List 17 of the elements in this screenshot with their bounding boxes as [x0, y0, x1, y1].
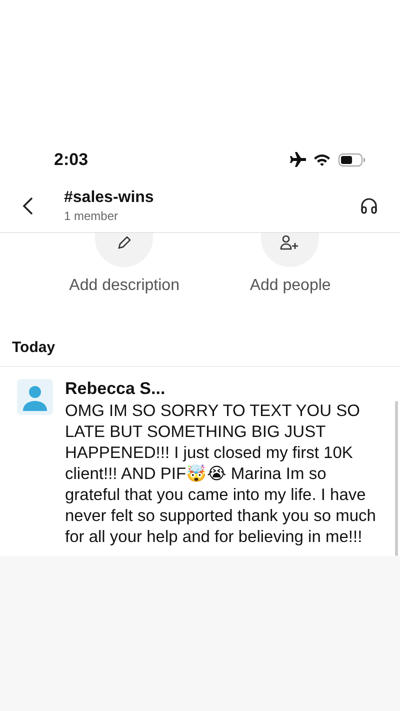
- add-person-icon: [280, 235, 300, 251]
- airplane-icon: [288, 152, 306, 168]
- message-text: OMG IM SO SORRY TO TEXT YOU SO LATE BUT SOMETHING BIG JUST HAPPENED!!! I just closed my first 10K client!!! AND PIF🤯😭 Marina Im so grateful that you came into my life. I have never felt so supported thank you so much for all your help and for believing in me!!!: [65, 401, 377, 548]
- message-author: Rebecca S...: [65, 379, 166, 399]
- section-heading: Today: [0, 317, 400, 367]
- member-count[interactable]: 1 member: [64, 209, 360, 223]
- headphones-icon[interactable]: [360, 197, 378, 215]
- action-label: Add people: [250, 277, 331, 295]
- channel-title: #sales-wins: [64, 189, 155, 207]
- add-people-button[interactable]: [261, 233, 320, 267]
- wifi-icon: [313, 153, 331, 167]
- back-icon[interactable]: [22, 196, 34, 216]
- action-label: Add description: [69, 277, 180, 295]
- pencil-icon: [116, 235, 132, 251]
- status-time: 2:03: [54, 150, 88, 170]
- avatar-icon: [17, 379, 53, 415]
- battery-icon: [338, 153, 366, 167]
